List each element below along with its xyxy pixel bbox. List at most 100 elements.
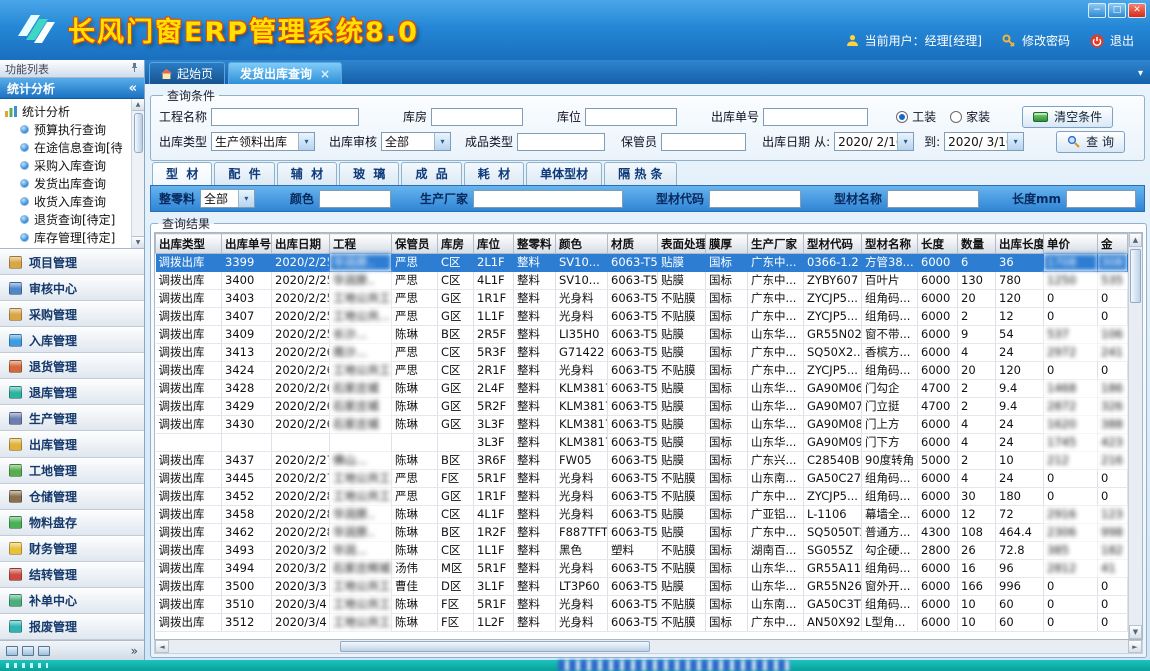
tree-scroll-thumb[interactable]	[134, 113, 143, 153]
scroll-down-icon[interactable]: ▼	[1129, 625, 1142, 639]
table-row[interactable]: 调拨出库34302020/2/26石家庄城陈琳G区3L3F整料KLM381760…	[156, 416, 1128, 434]
date-from-picker[interactable]: 2020/ 2/16 ▾	[834, 132, 914, 151]
sidebar-module-return-stock-management[interactable]: 退库管理	[0, 379, 144, 405]
table-row[interactable]: 调拨出库34292020/2/26石家庄城陈琳G区5R2F整料KLM381760…	[156, 398, 1128, 416]
tree-item-shipping-outbound-query[interactable]: 发货出库查询	[5, 174, 129, 192]
chevron-down-icon[interactable]: ▾	[238, 190, 254, 207]
chevrons-right-icon[interactable]: »	[131, 644, 138, 658]
date-to-picker[interactable]: 2020/ 3/16 ▾	[944, 132, 1024, 151]
chevron-down-icon[interactable]: ▾	[434, 133, 450, 150]
tree-item-receiving-inbound-query[interactable]: 收货入库查询	[5, 192, 129, 210]
material-tab-glass[interactable]: 玻 璃	[339, 162, 399, 185]
tab-close-icon[interactable]: ×	[320, 67, 330, 81]
query-button[interactable]: 查 询	[1056, 131, 1125, 153]
column-header[interactable]: 保管员	[392, 234, 438, 254]
tree-item-in-transit-info-query[interactable]: 在途信息查询[待	[5, 138, 129, 156]
horizontal-scrollbar[interactable]: ◄ ►	[154, 640, 1143, 654]
sidebar-module-finance-management[interactable]: 财务管理	[0, 536, 144, 562]
sidebar-module-audit-center[interactable]: 审核中心	[0, 275, 144, 301]
tree-scrollbar[interactable]: ▲ ▼	[131, 99, 144, 248]
chevron-down-icon[interactable]: ▾	[298, 133, 314, 150]
material-tab-consumables[interactable]: 耗 材	[464, 162, 524, 185]
color-input[interactable]	[319, 190, 391, 208]
scroll-right-icon[interactable]: ►	[1128, 640, 1142, 653]
tree-root-statistics[interactable]: 统计分析	[5, 102, 129, 120]
location-input[interactable]	[585, 108, 677, 126]
tab-shipping-outbound-query[interactable]: 发货出库查询×	[228, 62, 342, 84]
column-header[interactable]: 出库日期	[272, 234, 330, 254]
pin-icon[interactable]	[130, 62, 139, 75]
vertical-scrollbar[interactable]: ▲ ▼	[1128, 233, 1142, 639]
column-header[interactable]: 材质	[608, 234, 658, 254]
close-button[interactable]: ✕	[1128, 3, 1146, 18]
warehouse-input[interactable]	[431, 108, 523, 126]
scroll-up-icon[interactable]: ▲	[132, 99, 144, 111]
length-input[interactable]	[1066, 190, 1136, 208]
manufacturer-input[interactable]	[473, 190, 623, 208]
chart-mini-icon[interactable]	[38, 646, 50, 656]
table-row[interactable]: 调拨出库34282020/2/26石家庄城陈琳G区2L4F整料KLM381760…	[156, 380, 1128, 398]
horizontal-scroll-thumb[interactable]	[340, 641, 650, 652]
column-header[interactable]: 出库单号	[222, 234, 272, 254]
column-header[interactable]: 表面处理	[658, 234, 706, 254]
clear-conditions-button[interactable]: 清空条件	[1022, 106, 1113, 128]
column-header[interactable]: 出库长度	[996, 234, 1044, 254]
material-tab-finished-product[interactable]: 成 品	[401, 162, 461, 185]
tree-item-return-query[interactable]: 退货查询[待定]	[5, 210, 129, 228]
column-header[interactable]: 型材代码	[804, 234, 862, 254]
sidebar-module-material-inventory[interactable]: 物料盘存	[0, 510, 144, 536]
sidebar-module-warehouse-management[interactable]: 仓储管理	[0, 484, 144, 510]
statistics-section-header[interactable]: 统计分析 «	[0, 78, 144, 99]
table-row[interactable]: 调拨出库34072020/2/25工地公共...严思G区1L1F整料光身料606…	[156, 308, 1128, 326]
column-header[interactable]: 生产厂家	[748, 234, 804, 254]
minimize-button[interactable]: −	[1088, 3, 1106, 18]
chevron-down-icon[interactable]: ▾	[897, 133, 913, 150]
sidebar-module-return-goods-management[interactable]: 退货管理	[0, 353, 144, 379]
sidebar-module-carryover-management[interactable]: 结转管理	[0, 562, 144, 588]
column-header[interactable]: 库房	[438, 234, 474, 254]
maximize-button[interactable]: □	[1108, 3, 1126, 18]
sidebar-module-outbound-management[interactable]: 出库管理	[0, 431, 144, 457]
collapse-chevrons-icon[interactable]: «	[129, 81, 137, 96]
table-row[interactable]: 调拨出库34032020/2/25工地公共工程严思G区1R1F整料光身料6063…	[156, 290, 1128, 308]
table-row[interactable]: 调拨出库35122020/3/4工地公共工程陈琳F区1L2F整料光身料6063-…	[156, 614, 1128, 632]
sidebar-module-scrap-management[interactable]: 报废管理	[0, 614, 144, 640]
sidebar-module-supplement-center[interactable]: 补单中心	[0, 588, 144, 614]
material-tab-single-profile[interactable]: 单体型材	[526, 162, 602, 185]
sidebar-module-project-management[interactable]: 项目管理	[0, 249, 144, 275]
sidebar-module-inbound-management[interactable]: 入库管理	[0, 327, 144, 353]
table-row[interactable]: 3L3F整料KLM38176063-T5贴膜国标山东华...GA90M09...…	[156, 434, 1128, 452]
logout-link[interactable]: 退出	[1110, 32, 1134, 49]
table-row[interactable]: 调拨出库34002020/2/25华润原..严思C区4L1F整料SV10...6…	[156, 272, 1128, 290]
audit-select[interactable]: 全部 ▾	[381, 132, 451, 151]
column-header[interactable]: 长度	[918, 234, 958, 254]
column-header[interactable]: 库位	[474, 234, 514, 254]
outbound-type-select[interactable]: 生产领料出库 ▾	[211, 132, 315, 151]
table-row[interactable]: 调拨出库34242020/2/26工地公共工程严思C区2R1F整料光身料6063…	[156, 362, 1128, 380]
table-row[interactable]: 调拨出库34092020/2/25长沙...陈琳B区2R5F整料LI35H060…	[156, 326, 1128, 344]
material-tab-insulation-strip[interactable]: 隔 热 条	[604, 162, 676, 185]
industrial-radio[interactable]	[896, 111, 908, 123]
material-tab-profile[interactable]: 型 材	[152, 162, 212, 185]
table-row[interactable]: 调拨出库34452020/2/27工地公共工程严思F区5R1F整料光身料6063…	[156, 470, 1128, 488]
sidebar-module-purchase-management[interactable]: 采购管理	[0, 301, 144, 327]
table-row[interactable]: 调拨出库33992020/2/25华润原..严思C区2L1F整料SV10...6…	[156, 254, 1128, 272]
whole-part-select[interactable]: 全部 ▾	[200, 189, 255, 208]
monitor-icon[interactable]	[6, 646, 18, 656]
scroll-left-icon[interactable]: ◄	[155, 640, 169, 653]
tab-start-page[interactable]: 起始页	[149, 62, 225, 84]
column-header[interactable]: 出库类型	[156, 234, 222, 254]
tree-item-budget-execution-query[interactable]: 预算执行查询	[5, 120, 129, 138]
column-header[interactable]: 整零料	[514, 234, 556, 254]
change-password-link[interactable]: 修改密码	[1022, 32, 1070, 49]
sidebar-module-site-management[interactable]: 工地管理	[0, 458, 144, 484]
keeper-input[interactable]	[661, 133, 746, 151]
profile-name-input[interactable]	[887, 190, 979, 208]
material-tab-accessories[interactable]: 配 件	[214, 162, 274, 185]
sidebar-module-production-management[interactable]: 生产管理	[0, 405, 144, 431]
column-header[interactable]: 颜色	[556, 234, 608, 254]
table-row[interactable]: 调拨出库34372020/2/27佛山...陈琳B区3R6F整料FW056063…	[156, 452, 1128, 470]
tree-item-purchase-inbound-query[interactable]: 采购入库查询	[5, 156, 129, 174]
column-header[interactable]: 型材名称	[862, 234, 918, 254]
order-no-input[interactable]	[763, 108, 868, 126]
